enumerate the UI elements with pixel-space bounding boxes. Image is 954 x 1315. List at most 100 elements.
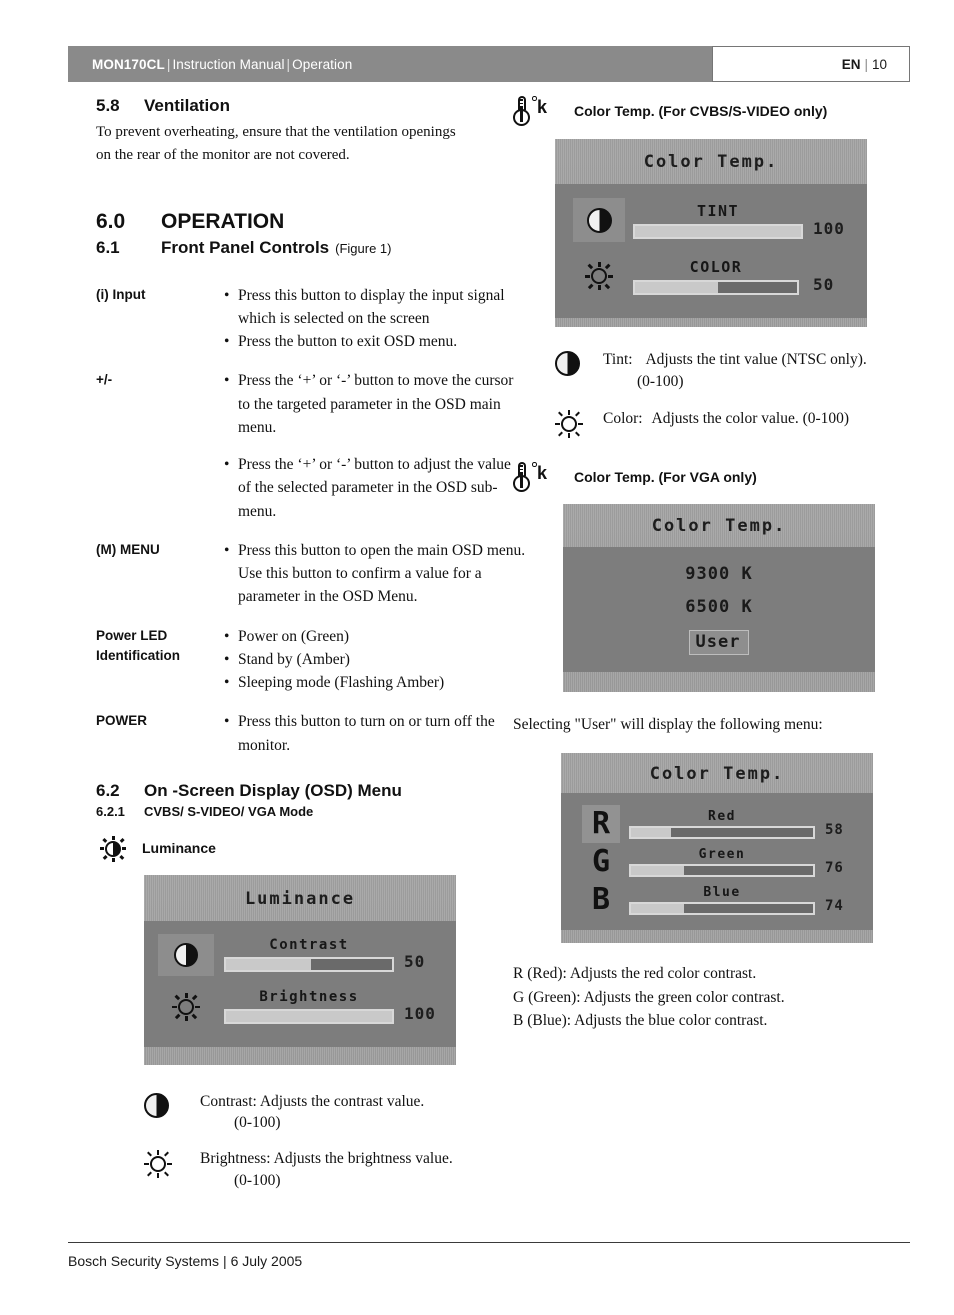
bullet-dot: • — [224, 674, 230, 691]
osd-row-label: Contrast — [269, 937, 349, 954]
legend-item-color: Color: Adjusts the color value. (0-100) — [555, 408, 913, 439]
osd-panel: Contrast 50 Brightness 100 — [144, 920, 456, 1047]
bullet-text: Press the button to exit OSD menu. — [238, 333, 458, 350]
color-temp-vga-head: k Color Temp. (For VGA only) — [513, 462, 913, 493]
osd-row-value: 100 — [813, 218, 845, 238]
control-row: Power LED Identification • Power on (Green)… — [96, 625, 526, 695]
color-temp-rgb-osd-screenshot: Color Temp. R G B Red 58 Green 76 Blue 7… — [561, 753, 873, 944]
user-selection-note: Selecting "User" will display the follow… — [513, 716, 823, 734]
bullet-text: Press this button to turn on or turn off… — [238, 713, 495, 754]
control-bullet: • Stand by (Amber) — [224, 648, 526, 671]
brightness-icon — [158, 986, 214, 1028]
luminance-section-head: Luminance — [96, 833, 526, 863]
ventilation-body: To prevent overheating, ensure that the … — [96, 124, 456, 164]
color-temp-cvbs-legend: Tint: Adjusts the tint value (NTSC only)… — [555, 349, 913, 439]
osd-row[interactable]: Red 58 — [629, 805, 873, 843]
heading-6-2-title: On -Screen Display (OSD) Menu — [144, 780, 402, 800]
legend-item-brightness: Brightness: Adjusts the brightness value… — [144, 1148, 526, 1191]
osd-row[interactable]: Contrast 50 — [144, 929, 456, 981]
bullet-dot: • — [224, 456, 230, 473]
front-panel-controls-table: (i) Input • Press this button to display t… — [96, 284, 526, 757]
control-description: • Press this button to turn on or turn of… — [224, 710, 526, 757]
header-doc: Instruction Manual — [172, 56, 285, 72]
contrast-icon — [158, 933, 214, 976]
osd-row-fill — [631, 865, 684, 875]
right-column: k Color Temp. (For CVBS/S-VIDEO only) Co… — [513, 96, 913, 1032]
page-sep: | — [864, 56, 868, 72]
bullet-dot: • — [224, 286, 230, 304]
control-label: POWER — [96, 710, 224, 757]
osd-row-value: 74 — [825, 898, 844, 915]
heading-5-8-number: 5.8 — [96, 96, 120, 115]
control-description: • Press this button to open the main OSD … — [224, 539, 526, 609]
osd-row-label: Green — [698, 846, 746, 862]
osd-row[interactable]: Blue 74 — [629, 881, 873, 919]
control-bullet: • Press this button to turn on or turn of… — [224, 710, 526, 757]
brightness-icon — [573, 254, 625, 298]
contrast-icon — [573, 198, 625, 242]
osd-row-fill — [226, 1011, 392, 1023]
bullet-dot: • — [224, 372, 230, 390]
thermometer-icon: k — [513, 96, 557, 126]
osd-row-fill — [631, 827, 672, 837]
language-code: EN — [841, 56, 861, 72]
osd-row[interactable]: TINT 100 — [555, 192, 867, 248]
bullet-text: Sleeping mode (Flashing Amber) — [238, 674, 445, 691]
heading-6-0-number: 6.0 — [96, 209, 126, 233]
heading-6-1-title: Front Panel Controls — [161, 237, 330, 257]
control-row: +/- • Press the ‘+’ or ‘-’ button to move … — [96, 369, 526, 523]
control-label: +/- — [96, 369, 224, 523]
rgb-letter-column: R G B — [573, 799, 629, 924]
header-sep-2: | — [286, 56, 291, 72]
osd-row[interactable]: Green 76 — [629, 843, 873, 881]
osd-row-value: 50 — [813, 274, 835, 294]
left-column: 5.8 Ventilation To prevent overheating, … — [96, 96, 526, 1194]
control-bullet: • Press the ‘+’ or ‘-’ button to adjust t… — [224, 453, 526, 523]
rgb-letter-g: G — [591, 843, 611, 879]
osd-panel: TINT 100 COLOR 50 — [555, 184, 867, 318]
bullet-text: Press the ‘+’ or ‘-’ button to move the … — [238, 372, 514, 436]
osd-title: Color Temp. — [649, 764, 785, 785]
control-description: • Press the ‘+’ or ‘-’ button to move the… — [224, 369, 526, 523]
legend-contrast-text: Contrast: Adjusts the contrast value. — [200, 1092, 425, 1110]
bullet-text: Press this button to display the input s… — [238, 286, 505, 327]
heading-6-2-1-number: 6.2.1 — [96, 803, 125, 819]
heading-6-0-title: OPERATION — [161, 209, 285, 233]
legend-item-tint: Tint: Adjusts the tint value (NTSC only)… — [555, 349, 913, 392]
osd-option-9300k[interactable]: 9300 K — [685, 564, 752, 584]
footer-sep: | — [222, 1253, 227, 1269]
osd-title: Color Temp. — [651, 516, 787, 537]
osd-title: Color Temp. — [643, 152, 779, 172]
heading-6-1-figure-ref: (Figure 1) — [335, 240, 392, 256]
rgb-letter-r: R — [582, 804, 620, 843]
rgb-letter-b: B — [591, 881, 611, 917]
luminance-osd-screenshot: Luminance Contrast 50 Brightness 100 — [144, 874, 456, 1065]
breadcrumb: MON170CL | Instruction Manual | Operation — [92, 57, 352, 72]
control-bullet: • Press the button to exit OSD menu. — [224, 330, 526, 353]
header-section: Operation — [292, 56, 353, 72]
header-model: MON170CL — [92, 56, 165, 72]
footer-date: 6 July 2005 — [230, 1253, 303, 1269]
heading-6-1: 6.1 Front Panel Controls (Figure 1) — [96, 238, 526, 258]
luminance-icon — [96, 833, 132, 863]
rgb-legend-green: G (Green): Adjusts the green color contr… — [513, 988, 785, 1006]
bullet-text: Power on (Green) — [238, 627, 350, 645]
document-page: MON170CL | Instruction Manual | Operation EN… — [0, 0, 954, 1315]
osd-row-fill — [226, 959, 311, 971]
osd-option-6500k[interactable]: 6500 K — [685, 597, 752, 617]
control-label-line: (M) MENU — [96, 541, 160, 557]
osd-option-user[interactable]: User — [688, 630, 750, 656]
heading-6-1-number: 6.1 — [96, 237, 120, 257]
page-footer: Bosch Security Systems | 6 July 2005 — [68, 1242, 910, 1271]
color-temp-cvbs-head: k Color Temp. (For CVBS/S-VIDEO only) — [513, 96, 913, 126]
legend-brightness-range: (0-100) — [234, 1171, 281, 1189]
control-label: Power LED Identification — [96, 625, 224, 695]
brightness-icon — [555, 408, 603, 439]
bullet-dot: • — [224, 713, 230, 731]
legend-tint-range: (0-100) — [637, 372, 684, 390]
osd-row[interactable]: Brightness 100 — [144, 981, 456, 1033]
control-row: POWER • Press this button to turn on or tu… — [96, 710, 526, 757]
brightness-icon — [144, 1148, 200, 1179]
osd-row[interactable]: COLOR 50 — [555, 248, 867, 304]
rgb-legend-red: R (Red): Adjusts the red color contrast. — [513, 965, 757, 983]
